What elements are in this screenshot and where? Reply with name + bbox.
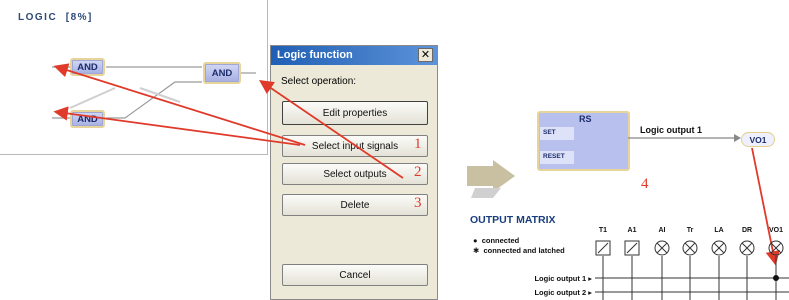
column-header-t1: T1 bbox=[598, 227, 608, 234]
annotation-arrows bbox=[53, 63, 780, 266]
step-number-4: 4 bbox=[641, 176, 649, 192]
circle-x-icon bbox=[739, 240, 755, 256]
rs-flipflop-block[interactable]: RS SET RESET bbox=[537, 111, 630, 171]
box-slash-icon bbox=[624, 240, 640, 256]
legend-connected-latched: ✱ connected and latched bbox=[473, 246, 565, 255]
box-slash-icon bbox=[595, 240, 611, 256]
column-header-vo1: VO1 bbox=[768, 227, 783, 234]
column-header-la: LA bbox=[714, 227, 724, 234]
column-header-tr: Tr bbox=[686, 227, 694, 234]
rs-title: RS bbox=[579, 114, 592, 124]
column-header-ai: AI bbox=[658, 227, 666, 234]
rs-reset-input[interactable]: RESET bbox=[540, 151, 574, 164]
output-matrix-grid bbox=[595, 256, 789, 300]
circle-x-icon bbox=[768, 240, 784, 256]
matrix-row-logic-output-2[interactable]: Logic output 2 ▸ bbox=[500, 288, 592, 297]
circle-x-icon bbox=[654, 240, 670, 256]
circle-x-icon bbox=[711, 240, 727, 256]
column-header-a1: A1 bbox=[627, 227, 637, 234]
vo1-output-tag[interactable]: VO1 bbox=[741, 132, 775, 147]
column-header-dr: DR bbox=[741, 227, 753, 234]
matrix-row-logic-output-1[interactable]: Logic output 1 ▸ bbox=[500, 274, 592, 283]
circle-x-icon bbox=[682, 240, 698, 256]
rs-set-input[interactable]: SET bbox=[540, 127, 574, 140]
logic-output-label: Logic output 1 bbox=[640, 125, 702, 135]
flow-arrow-icon bbox=[467, 160, 515, 198]
legend-connected: ● connected bbox=[473, 236, 520, 245]
output-matrix-title: OUTPUT MATRIX bbox=[470, 214, 556, 226]
